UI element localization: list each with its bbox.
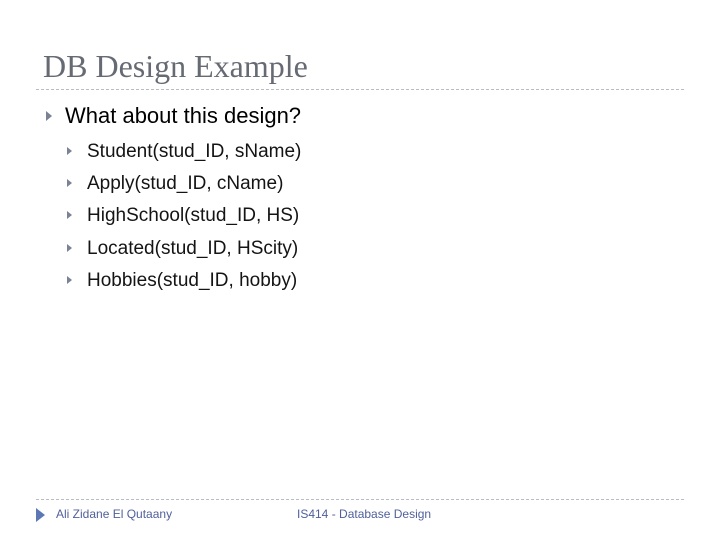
footer-arrow-icon	[36, 508, 45, 522]
slide-title: DB Design Example	[43, 48, 308, 84]
title-divider	[36, 89, 684, 90]
bullet-main-text: What about this design?	[65, 103, 302, 128]
footer-course: IS414 - Database Design	[297, 507, 432, 521]
footer-divider	[36, 499, 684, 500]
triangle-right-icon	[67, 244, 72, 252]
sub-bullet-text: Student(stud_ID, sName)	[87, 141, 302, 162]
sub-bullet-text: Located(stud_ID, HScity)	[87, 238, 299, 259]
sub-bullet-text: Hobbies(stud_ID, hobby)	[87, 270, 298, 291]
triangle-right-icon	[46, 111, 52, 121]
triangle-right-icon	[67, 179, 72, 187]
triangle-right-icon	[67, 276, 72, 284]
triangle-right-icon	[67, 147, 72, 155]
sub-bullet-text: HighSchool(stud_ID, HS)	[87, 205, 300, 226]
footer-author: Ali Zidane El Qutaany	[56, 507, 173, 521]
triangle-right-icon	[67, 211, 72, 219]
sub-bullet-text: Apply(stud_ID, cName)	[87, 173, 284, 194]
